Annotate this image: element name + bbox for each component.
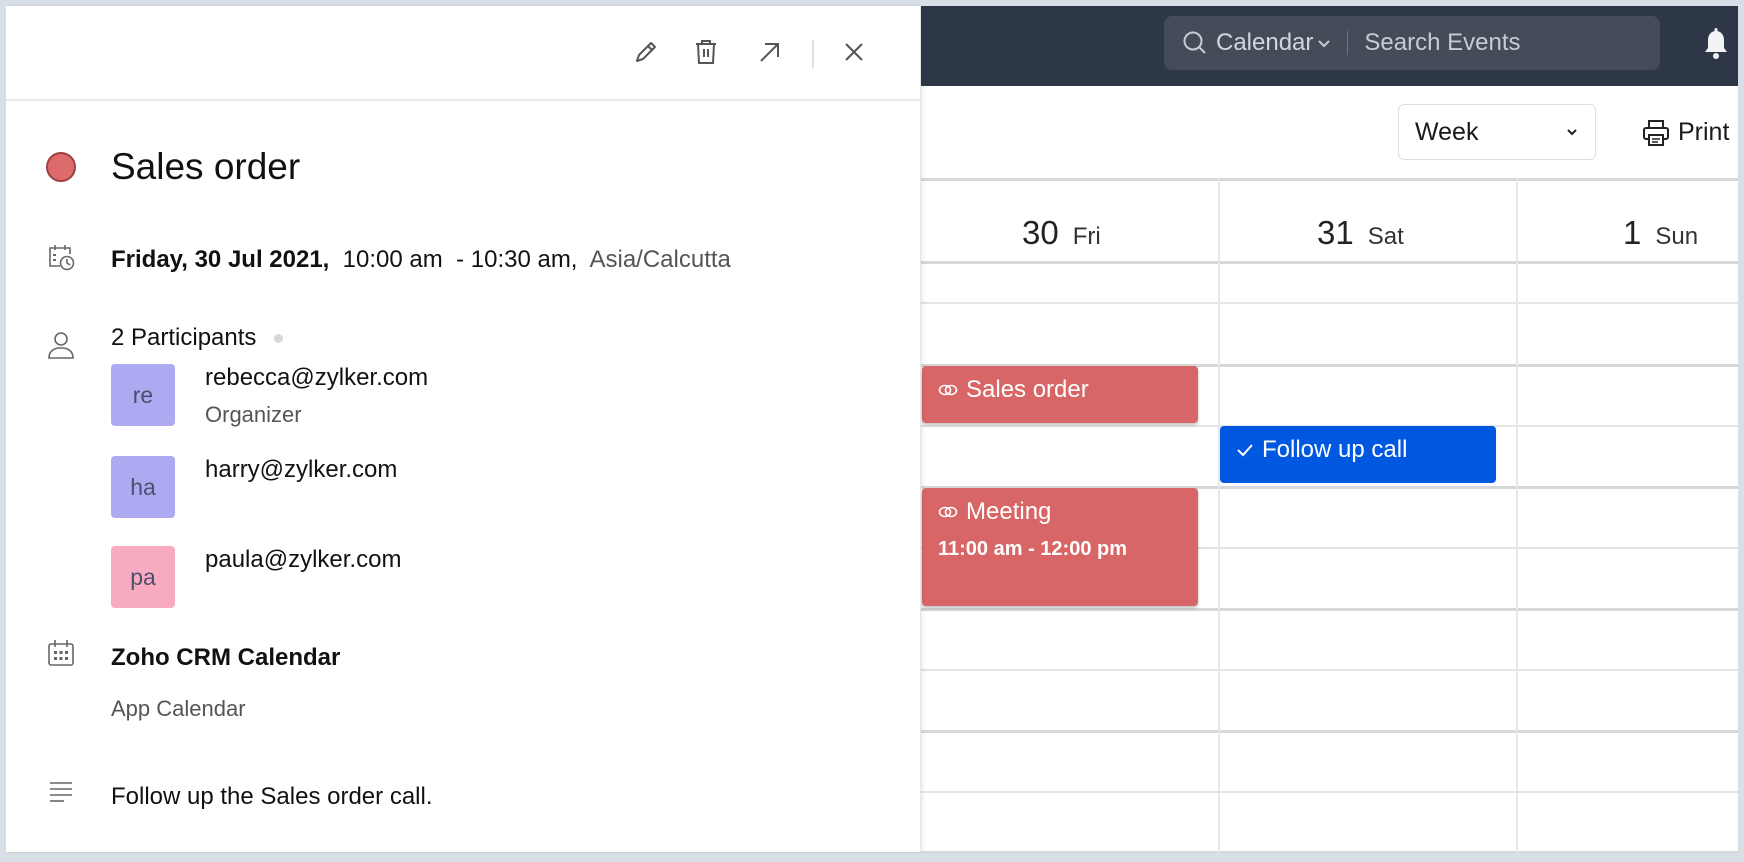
day-column-divider: [1218, 178, 1220, 853]
event-datetime: Friday, 30 Jul 2021, 10:00 am - 10:30 am…: [111, 246, 731, 274]
event-title: Sales order: [111, 146, 301, 187]
day-number: 1: [1623, 214, 1642, 251]
participants-count: 2 Participants: [111, 324, 257, 351]
event-title: Meeting: [966, 498, 1052, 525]
trash-icon: [696, 40, 716, 64]
event-date: Friday, 30 Jul 2021,: [111, 246, 330, 273]
day-name: Fri: [1072, 223, 1101, 250]
participant-item[interactable]: re rebecca@zylker.com Organizer: [111, 364, 428, 428]
print-button[interactable]: Print: [1642, 118, 1729, 147]
participant-item[interactable]: ha harry@zylker.com: [111, 456, 397, 518]
search-scope-label: Calendar: [1216, 29, 1314, 56]
event-meeting[interactable]: Meeting 11:00 am - 12:00 pm: [922, 488, 1198, 606]
bell-icon[interactable]: [1702, 28, 1730, 60]
avatar: ha: [111, 456, 175, 518]
status-dot: [274, 333, 284, 343]
calendar-type: App Calendar: [111, 696, 246, 721]
link-icon: [938, 506, 958, 518]
participant-role: Organizer: [205, 402, 302, 427]
header-divider: [812, 40, 814, 68]
event-title: Follow up call: [1262, 436, 1408, 463]
search-scope-dropdown[interactable]: Calendar: [1216, 29, 1331, 57]
day-number: 30: [1022, 214, 1059, 251]
close-button[interactable]: [838, 36, 870, 68]
event-timezone: Asia/Calcutta: [577, 246, 731, 273]
print-label: Print: [1678, 118, 1730, 146]
search-input[interactable]: Search Events: [1364, 29, 1520, 57]
view-select-value: Week: [1415, 117, 1479, 146]
day-name: Sat: [1367, 223, 1404, 250]
participant-item[interactable]: pa paula@zylker.com: [111, 546, 401, 608]
day-header-sun[interactable]: 1 Sun: [1623, 214, 1698, 252]
event-time-range: 10:00 am - 10:30 am,: [329, 246, 578, 273]
participant-email: rebecca@zylker.com: [205, 364, 429, 391]
chevron-down-icon: [1567, 129, 1577, 136]
search-icon: [1183, 31, 1206, 54]
event-color-dot: [46, 152, 76, 182]
screen: Calendar Search Events Week Print 30 Fri…: [0, 0, 1744, 862]
event-sales-order[interactable]: Sales order: [922, 366, 1198, 423]
close-icon: [845, 43, 863, 61]
day-name: Sun: [1655, 223, 1699, 250]
event-description: Follow up the Sales order call.: [111, 783, 433, 810]
edit-button[interactable]: [630, 36, 662, 68]
event-follow-up-call[interactable]: Follow up call: [1220, 426, 1496, 483]
link-icon: [938, 384, 958, 396]
pencil-icon: [636, 42, 656, 62]
search-bar[interactable]: Calendar Search Events: [1164, 16, 1660, 70]
avatar: re: [111, 364, 175, 426]
day-number: 31: [1317, 214, 1354, 251]
calendar-name: Zoho CRM Calendar: [111, 644, 341, 671]
event-title: Sales order: [966, 376, 1089, 403]
day-header-sat[interactable]: 31 Sat: [1317, 214, 1404, 252]
day-header-fri[interactable]: 30 Fri: [1022, 214, 1101, 252]
chevron-down-icon: [1318, 40, 1331, 48]
avatar: pa: [111, 546, 175, 608]
panel-header: [6, 6, 920, 101]
printer-icon: [1643, 119, 1669, 146]
participants-header: 2 Participants: [111, 324, 284, 352]
open-external-button[interactable]: [754, 36, 786, 68]
check-icon: [1237, 444, 1253, 457]
view-select[interactable]: Week: [1398, 104, 1596, 160]
delete-button[interactable]: [690, 36, 722, 68]
calendar-icon: [48, 640, 74, 666]
search-divider: [1347, 31, 1349, 55]
arrow-up-right-icon: [760, 43, 779, 62]
participant-email: harry@zylker.com: [205, 456, 398, 483]
calendar-clock-icon: [49, 245, 75, 271]
day-column-divider: [1516, 178, 1518, 853]
event-detail-panel: Sales order Friday, 30 Jul 2021, 10:00 a…: [6, 6, 921, 852]
description-icon: [50, 782, 72, 802]
event-time: 11:00 am - 12:00 pm: [938, 538, 1127, 560]
participant-email: paula@zylker.com: [205, 546, 402, 573]
person-icon: [48, 332, 74, 359]
